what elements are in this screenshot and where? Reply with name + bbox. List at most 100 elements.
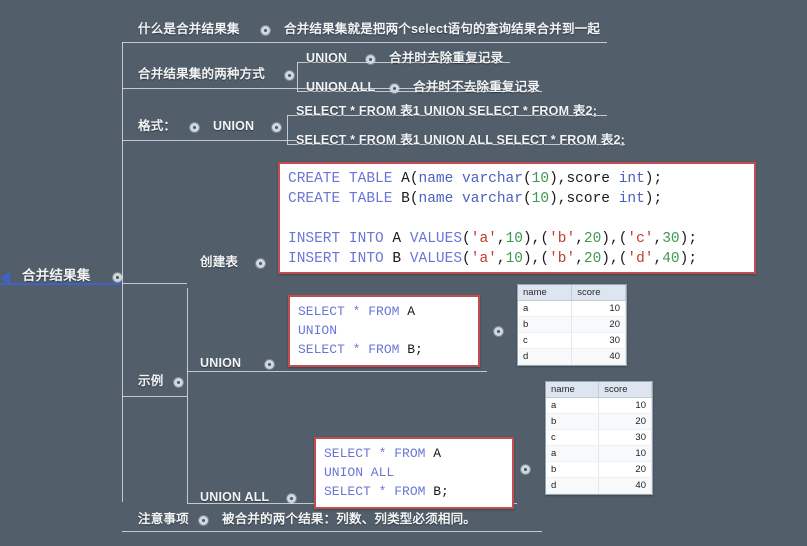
- node-two-ways[interactable]: 合并结果集的两种方式: [138, 67, 265, 82]
- code-token: CREATE TABLE: [288, 191, 402, 207]
- code-token: A: [433, 446, 442, 461]
- code-token: );: [644, 191, 663, 207]
- node-union-way-desc[interactable]: 合并时去除重复记录: [389, 51, 503, 66]
- bullet-union-all-way: [390, 84, 399, 93]
- code-token: 'a': [470, 251, 497, 267]
- table-cell: a: [518, 300, 573, 317]
- code-line: SELECT * FROM B;: [298, 340, 470, 359]
- node-union-all-way-desc[interactable]: 合并时不去除重复记录: [413, 80, 540, 95]
- table-column-header: name: [518, 285, 573, 301]
- table-row: d 40: [518, 348, 626, 365]
- format-sub-spine: [287, 115, 288, 144]
- code-token: 'b': [549, 231, 576, 247]
- bullet-union-result: [494, 327, 503, 336]
- code-token: B;: [433, 484, 449, 499]
- node-format[interactable]: 格式：: [138, 119, 176, 134]
- node-format-sql-2[interactable]: SELECT * FROM 表1 UNION ALL SELECT * FROM…: [296, 133, 625, 148]
- bullet-what-is: [261, 26, 270, 35]
- code-token: 'b': [549, 251, 576, 267]
- code-token: 'c': [627, 231, 654, 247]
- node-create-table[interactable]: 创建表: [200, 255, 238, 270]
- code-token: (: [522, 171, 532, 187]
- result-table-union[interactable]: name score a 10 b 20 c 30 d 40: [517, 284, 627, 366]
- example-sub-spine: [187, 288, 188, 503]
- table-column-header: score: [598, 382, 652, 398]
- node-example[interactable]: 示例: [138, 374, 163, 389]
- node-what-is[interactable]: 什么是合并结果集: [138, 22, 240, 37]
- bullet-example: [174, 378, 183, 387]
- table-row: b 20: [546, 461, 652, 478]
- code-token: 20: [583, 251, 602, 267]
- table-cell: d: [546, 477, 600, 494]
- code-token: (: [522, 191, 532, 207]
- node-what-is-desc[interactable]: 合并结果集就是把两个select语句的查询结果合并到一起: [284, 22, 600, 37]
- table-cell: c: [546, 429, 600, 446]
- table-row: c 30: [546, 429, 652, 446]
- node-format-union[interactable]: UNION: [213, 119, 254, 134]
- code-token: 40: [662, 251, 680, 267]
- bullet-note: [199, 516, 208, 525]
- bullet-create-table: [256, 259, 265, 268]
- node-note[interactable]: 注意事项: [138, 512, 189, 527]
- code-token: 'd': [627, 251, 654, 267]
- table-cell: a: [546, 397, 600, 414]
- code-token: ,: [653, 231, 663, 247]
- branch-line-create: [122, 283, 187, 284]
- table-cell: 40: [598, 477, 652, 494]
- node-format-sql-1[interactable]: SELECT * FROM 表1 UNION SELECT * FROM 表2;: [296, 104, 597, 119]
- result-table-union-all[interactable]: name score a 10 b 20 c 30 a 10 b 20 d 40: [545, 381, 653, 495]
- node-example-union-all[interactable]: UNION ALL: [200, 490, 269, 505]
- code-token: int: [618, 191, 645, 207]
- code-block-create-tables[interactable]: CREATE TABLE A(name varchar(10),score in…: [278, 162, 756, 274]
- table-row: a 10: [546, 445, 652, 462]
- code-line: UNION ALL: [324, 463, 504, 482]
- code-token: ,: [496, 251, 506, 267]
- root-node-label[interactable]: 合并结果集: [22, 268, 91, 283]
- mindmap-canvas: 什么是合并结果集 合并结果集就是把两个select语句的查询结果合并到一起 合并…: [0, 0, 807, 546]
- table-cell: b: [518, 316, 573, 333]
- bullet-union-all-result: [521, 465, 530, 474]
- code-token: VALUES: [409, 231, 463, 247]
- code-token: (: [462, 231, 471, 247]
- table-row: d 40: [546, 477, 652, 494]
- node-union-way[interactable]: UNION: [306, 51, 347, 66]
- code-token: ,: [575, 231, 584, 247]
- code-token: SELECT * FROM: [324, 484, 434, 499]
- code-block-union-all-query[interactable]: SELECT * FROM A UNION ALL SELECT * FROM B;: [314, 437, 514, 509]
- node-note-desc[interactable]: 被合并的两个结果：列数、列类型必须相同。: [222, 512, 476, 527]
- code-token: B(: [401, 191, 419, 207]
- code-token: ,: [653, 251, 663, 267]
- example-union-line: [187, 371, 487, 372]
- node-union-all-way[interactable]: UNION ALL: [306, 80, 375, 95]
- code-token: ),(: [601, 251, 628, 267]
- bullet-two-ways: [285, 71, 294, 80]
- code-token: 10: [531, 171, 550, 187]
- code-line: SELECT * FROM A: [298, 302, 470, 321]
- code-token: ),(: [601, 231, 628, 247]
- branch-line-example: [122, 396, 187, 397]
- table-column-header: name: [546, 382, 600, 398]
- code-token: 10: [505, 231, 523, 247]
- bullet-format-union: [272, 123, 281, 132]
- bullet-example-union: [265, 360, 274, 369]
- node-example-union[interactable]: UNION: [200, 356, 241, 371]
- table-cell: 20: [598, 413, 652, 430]
- code-line: CREATE TABLE B(name varchar(10),score in…: [288, 189, 746, 209]
- code-token: );: [679, 231, 698, 247]
- branch-line-note: [122, 531, 542, 532]
- code-token: );: [644, 171, 663, 187]
- code-token: A: [407, 304, 416, 319]
- code-block-union-query[interactable]: SELECT * FROM A UNION SELECT * FROM B;: [288, 295, 480, 367]
- code-token: INSERT INTO: [288, 231, 393, 247]
- table-cell: a: [546, 445, 600, 462]
- code-token: );: [679, 251, 698, 267]
- table-row: a 10: [518, 300, 626, 317]
- code-token: CREATE TABLE: [288, 171, 402, 187]
- code-token: SELECT * FROM: [298, 342, 408, 357]
- ways-sub-spine: [297, 62, 298, 91]
- root-arrow: [0, 283, 122, 285]
- code-token: VALUES: [409, 251, 463, 267]
- table-cell: 10: [598, 445, 652, 462]
- table-cell: 30: [598, 429, 652, 446]
